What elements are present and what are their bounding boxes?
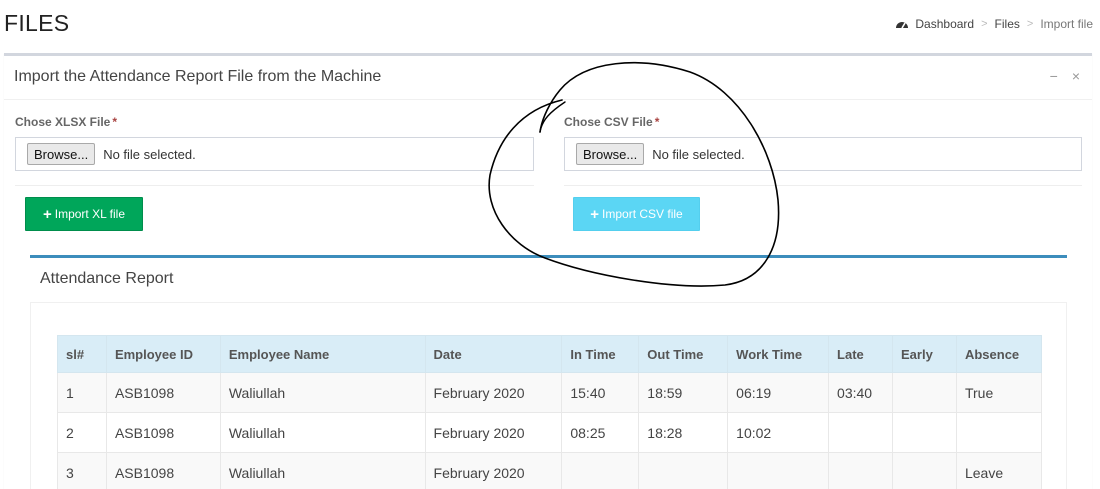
xlsx-label: Chose XLSX File * <box>15 115 117 129</box>
table-cell: February 2020 <box>424 372 563 413</box>
table-cell: Leave <box>955 452 1043 489</box>
import-csv-label: Import CSV file <box>602 207 683 221</box>
table-cell <box>561 452 640 489</box>
close-icon[interactable]: × <box>1072 68 1080 84</box>
required-marker: * <box>112 115 118 129</box>
import-csv-button[interactable]: + Import CSV file <box>573 197 700 231</box>
table-cell: 3 <box>57 452 107 489</box>
breadcrumb-separator: > <box>1026 18 1034 30</box>
column-header[interactable]: In Time <box>561 335 640 373</box>
csv-browse-button[interactable]: Browse... <box>576 143 645 165</box>
table-cell <box>828 452 894 489</box>
xlsx-browse-button[interactable]: Browse... <box>27 143 96 165</box>
csv-label: Chose CSV File * <box>564 115 659 129</box>
column-header[interactable]: Absence <box>955 335 1043 373</box>
xlsx-file-input[interactable]: Browse... No file selected. <box>15 137 534 171</box>
page-header: FILES Dashboard > Files > Import file <box>0 0 1100 52</box>
table-cell: ASB1098 <box>105 412 221 453</box>
import-xl-button[interactable]: + Import XL file <box>25 197 143 231</box>
table-cell: Waliullah <box>219 452 426 489</box>
column-header[interactable]: sl# <box>57 335 107 373</box>
table-cell: 06:19 <box>727 372 830 413</box>
xlsx-label-text: Chose XLSX File <box>15 115 111 129</box>
table-cell: February 2020 <box>424 452 563 489</box>
table-cell <box>828 412 894 453</box>
column-header[interactable]: Late <box>828 335 894 373</box>
table-cell <box>892 412 957 453</box>
plus-icon: + <box>590 205 600 223</box>
breadcrumb-separator: > <box>981 18 988 30</box>
csv-file-status: No file selected. <box>652 146 745 162</box>
table-cell <box>638 452 729 489</box>
table-cell: 08:25 <box>561 412 640 453</box>
column-header[interactable]: Early <box>892 335 957 373</box>
table-header-row: sl# Employee ID Employee Name Date In Ti… <box>57 335 1043 373</box>
column-header[interactable]: Work Time <box>727 335 830 373</box>
column-header[interactable]: Out Time <box>638 335 729 373</box>
table-cell: 18:28 <box>638 412 729 453</box>
table-cell: 1 <box>57 372 107 413</box>
import-xl-label: Import XL file <box>54 207 125 221</box>
box-tools: − × <box>1050 68 1080 84</box>
dashboard-icon <box>896 22 909 29</box>
divider <box>564 185 1082 186</box>
plus-icon: + <box>42 205 52 223</box>
table-cell: 10:02 <box>727 412 830 453</box>
attendance-table: sl# Employee ID Employee Name Date In Ti… <box>57 335 1043 489</box>
report-title: Attendance Report <box>40 270 174 287</box>
table-cell: 15:40 <box>561 372 640 413</box>
column-header[interactable]: Employee Name <box>219 335 426 373</box>
table-cell <box>892 372 957 413</box>
table-row: 3 ASB1098 Waliullah February 2020 Leave <box>57 452 1043 489</box>
table-cell: Waliullah <box>219 372 426 413</box>
table-cell: ASB1098 <box>105 372 221 413</box>
table-cell: 2 <box>57 412 107 453</box>
collapse-icon[interactable]: − <box>1050 68 1058 84</box>
table-cell <box>892 452 957 489</box>
table-cell <box>955 412 1043 453</box>
table-row: 2 ASB1098 Waliullah February 2020 08:25 … <box>57 412 1043 453</box>
report-body: sl# Employee ID Employee Name Date In Ti… <box>30 302 1067 489</box>
divider <box>15 185 534 186</box>
column-header[interactable]: Employee ID <box>105 335 221 373</box>
import-box: Import the Attendance Report File from t… <box>4 53 1092 489</box>
attendance-report-box: Attendance Report sl# Employee ID Employ… <box>30 255 1067 489</box>
table-cell: February 2020 <box>424 412 563 453</box>
table-cell: 18:59 <box>638 372 729 413</box>
table-cell: 03:40 <box>828 372 894 413</box>
table-row: 1 ASB1098 Waliullah February 2020 15:40 … <box>57 372 1043 413</box>
table-cell: ASB1098 <box>105 452 221 489</box>
table-cell: Waliullah <box>219 412 426 453</box>
box-header: Import the Attendance Report File from t… <box>4 56 1092 100</box>
breadcrumb-dashboard[interactable]: Dashboard <box>915 17 974 31</box>
required-marker: * <box>654 115 660 129</box>
csv-file-input[interactable]: Browse... No file selected. <box>564 137 1082 171</box>
column-header[interactable]: Date <box>424 335 563 373</box>
table-cell <box>727 452 830 489</box>
table-cell: True <box>955 372 1043 413</box>
xlsx-file-status: No file selected. <box>103 146 196 162</box>
breadcrumb-import-file: Import file <box>1040 17 1093 31</box>
breadcrumb: Dashboard > Files > Import file <box>895 17 1093 31</box>
page-title: FILES <box>4 10 70 36</box>
csv-label-text: Chose CSV File <box>564 115 653 129</box>
breadcrumb-files[interactable]: Files <box>995 17 1020 31</box>
box-title: Import the Attendance Report File from t… <box>14 68 382 85</box>
